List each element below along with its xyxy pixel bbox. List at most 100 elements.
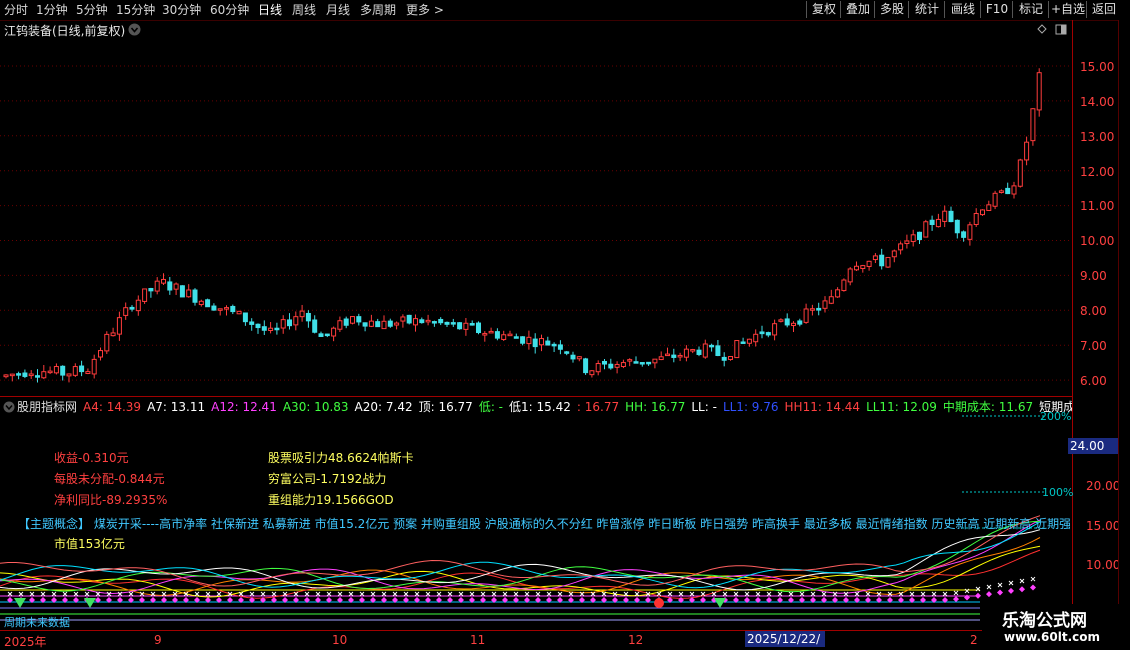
marker-diamond <box>1008 587 1014 594</box>
marker-cross <box>348 591 354 597</box>
candle-body <box>419 319 425 324</box>
marker-cross <box>282 591 288 597</box>
back-button[interactable]: 返回 <box>1086 1 1121 18</box>
candle-body <box>728 355 733 360</box>
indicator-value: : 16.77 <box>576 400 620 414</box>
arrow-marker <box>14 598 26 608</box>
candle-body <box>482 333 488 336</box>
indicator-value: HH11: 14.44 <box>784 400 861 414</box>
candle-body <box>929 219 935 225</box>
candle-body <box>66 373 72 377</box>
period-tab-60min[interactable]: 60分钟 <box>210 2 249 18</box>
candle-body <box>22 372 28 377</box>
candle-body <box>627 359 633 362</box>
candle-body <box>394 322 400 326</box>
marker-cross <box>997 582 1003 588</box>
marker-cross <box>667 591 673 597</box>
candle-body <box>242 312 248 323</box>
candle-body <box>47 370 53 374</box>
candle-body <box>1024 141 1030 161</box>
more-periods-button[interactable]: 更多 > <box>406 2 444 18</box>
candle-body <box>646 361 652 365</box>
candle-body <box>381 320 387 330</box>
adjust-button[interactable]: 复权 <box>806 1 841 18</box>
mark-button[interactable]: 标记 <box>1012 1 1049 18</box>
marker-cross <box>62 591 68 597</box>
candle-body <box>110 332 116 337</box>
candle-body <box>986 204 992 211</box>
indicator-values: A4: 14.39 A7: 13.11 A12: 12.41 A30: 10.83 A2… <box>83 400 1072 414</box>
candle-body <box>734 340 740 359</box>
marker-cross <box>854 591 860 597</box>
indicator-name[interactable]: 股朋指标网 <box>17 400 77 414</box>
marker-cross <box>414 591 420 597</box>
candlestick-chart[interactable] <box>0 20 1072 396</box>
candle-body <box>79 365 85 373</box>
price-tick: 9.00 <box>1080 269 1107 283</box>
arrow-marker <box>84 598 96 608</box>
candle-body <box>639 362 645 365</box>
period-tab-15min[interactable]: 15分钟 <box>116 2 155 18</box>
marker-cross <box>84 591 90 597</box>
overlay-button[interactable]: 叠加 <box>840 1 875 18</box>
candle-body <box>85 371 91 374</box>
candle-body <box>198 300 204 306</box>
add-watchlist-button[interactable]: +自选 <box>1048 1 1087 18</box>
period-tab-monthly[interactable]: 月线 <box>326 2 350 18</box>
candle-body <box>3 374 9 378</box>
marker-cross <box>931 591 937 597</box>
period-tab-multi[interactable]: 多周期 <box>360 2 396 18</box>
candle-body <box>148 288 154 292</box>
indicator-value: LL11: 12.09 <box>866 400 937 414</box>
candle-body <box>211 305 217 311</box>
period-tab-5min[interactable]: 5分钟 <box>76 2 108 18</box>
candle-body <box>41 371 47 379</box>
indicator-value: A12: 12.41 <box>211 400 277 414</box>
candle-body <box>904 240 910 245</box>
candle-body <box>620 362 626 368</box>
f10-button[interactable]: F10 <box>980 1 1013 18</box>
price-tick: 15.00 <box>1080 60 1115 74</box>
candle-body <box>545 340 551 346</box>
candle-body <box>305 312 311 322</box>
attractiveness-label: 股票吸引力48.6624帕斯卡 <box>268 451 414 465</box>
marker-cross <box>568 591 574 597</box>
indicator-value: LL: - <box>691 400 717 414</box>
period-tab-1min[interactable]: 1分钟 <box>36 2 68 18</box>
candle-body <box>854 265 859 271</box>
marker-cross <box>194 591 200 597</box>
price-tick: 6.00 <box>1080 374 1107 388</box>
wealth-label: 穷富公司-1.7192战力 <box>268 472 387 486</box>
candle-body <box>526 336 532 345</box>
period-tab-30min[interactable]: 30分钟 <box>162 2 201 18</box>
marker-cross <box>722 591 728 597</box>
candle-body <box>337 320 343 330</box>
marker-cross <box>1030 576 1036 582</box>
statistics-button[interactable]: 统计 <box>908 1 945 18</box>
draw-line-button[interactable]: 画线 <box>944 1 981 18</box>
marker-cross <box>788 591 794 597</box>
marker-cross <box>271 591 277 597</box>
candle-body <box>910 234 916 243</box>
period-tab-fenshi[interactable]: 分时 <box>4 2 28 18</box>
marker-cross <box>865 591 871 597</box>
candle-body <box>816 307 822 311</box>
marker-cross <box>909 591 915 597</box>
candle-body <box>576 356 582 360</box>
chevron-down-icon[interactable] <box>3 401 15 413</box>
pane-divider[interactable] <box>0 396 1072 397</box>
marker-cross <box>1019 578 1025 584</box>
candle-body <box>331 327 337 337</box>
multi-stock-button[interactable]: 多股 <box>874 1 909 18</box>
candle-body <box>583 358 589 374</box>
candle-body <box>1036 72 1042 111</box>
candle-body <box>677 354 683 358</box>
period-tab-weekly[interactable]: 周线 <box>292 2 316 18</box>
candle-body <box>835 289 841 298</box>
candle-body <box>53 366 59 374</box>
candle-body <box>765 332 771 336</box>
period-tab-daily[interactable]: 日线 <box>258 2 282 18</box>
date-label: 10 <box>332 633 348 647</box>
indicator-line <box>0 529 1041 591</box>
indicator-tick: 15.00 <box>1086 519 1121 533</box>
